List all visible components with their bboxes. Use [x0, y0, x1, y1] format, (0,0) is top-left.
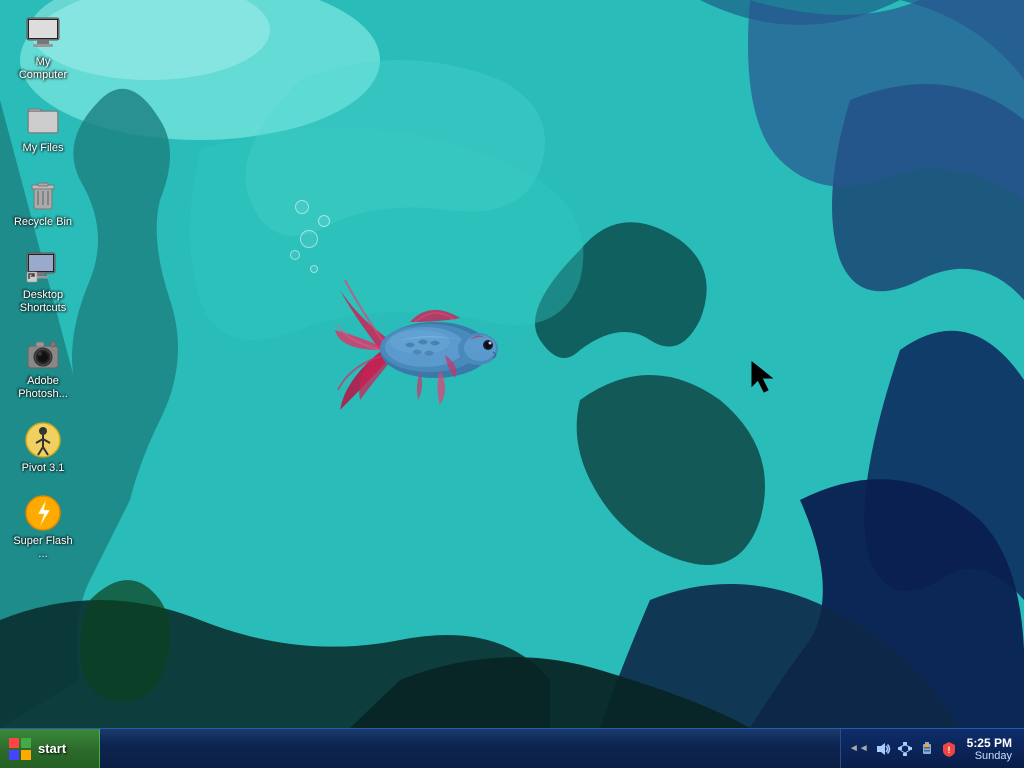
- antivirus-tray-icon[interactable]: !: [941, 741, 957, 757]
- bubble-4: [310, 265, 318, 273]
- clock-time: 5:25 PM: [967, 736, 1012, 750]
- super-flash-icon[interactable]: Super Flash ...: [8, 489, 78, 565]
- my-computer-icon[interactable]: My Computer: [8, 10, 78, 86]
- bubble-2: [318, 215, 330, 227]
- clock-day: Sunday: [975, 750, 1012, 762]
- desktop: My Computer My Files: [0, 0, 1024, 768]
- recycle-bin-icon-img: [23, 174, 63, 214]
- pivot-label: Pivot 3.1: [22, 462, 65, 475]
- svg-text:!: !: [947, 745, 950, 755]
- my-files-icon-img: [23, 100, 63, 140]
- desktop-shortcuts-label: Desktop Shortcuts: [12, 289, 74, 315]
- start-label: start: [38, 741, 66, 756]
- taskbar-middle: [100, 729, 840, 768]
- volume-tray-icon[interactable]: [875, 741, 891, 757]
- bubble-3: [290, 250, 300, 260]
- super-flash-label: Super Flash ...: [12, 535, 74, 561]
- pivot-icon[interactable]: Pivot 3.1: [8, 416, 78, 479]
- tray-expand-button[interactable]: ◄◄: [849, 743, 869, 754]
- adobe-photoshop-icon-img: [23, 333, 63, 373]
- icon-column: My Computer My Files: [8, 10, 78, 565]
- recycle-bin-label: Recycle Bin: [14, 216, 72, 229]
- system-tray: ◄◄: [840, 729, 1024, 768]
- desktop-shortcuts-icon-img: [23, 247, 63, 287]
- adobe-photoshop-label: Adobe Photosh...: [12, 375, 74, 401]
- adobe-photoshop-icon[interactable]: Adobe Photosh...: [8, 329, 78, 405]
- bubble-1: [300, 230, 318, 248]
- my-computer-icon-img: [23, 14, 63, 54]
- my-files-label: My Files: [23, 142, 64, 155]
- windows-logo-icon: [8, 737, 32, 761]
- pivot-icon-img: [23, 420, 63, 460]
- recycle-bin-icon[interactable]: Recycle Bin: [8, 170, 78, 233]
- start-button[interactable]: start: [0, 729, 100, 768]
- my-computer-label: My Computer: [12, 56, 74, 82]
- clock-area[interactable]: 5:25 PM Sunday: [963, 736, 1016, 762]
- my-files-icon[interactable]: My Files: [8, 96, 78, 159]
- network-tray-icon[interactable]: [897, 741, 913, 757]
- bubble-5: [295, 200, 309, 214]
- desktop-shortcuts-icon[interactable]: Desktop Shortcuts: [8, 243, 78, 319]
- taskbar: start ◄◄: [0, 728, 1024, 768]
- super-flash-icon-img: [23, 493, 63, 533]
- fish: [330, 270, 530, 430]
- safely-remove-tray-icon[interactable]: [919, 741, 935, 757]
